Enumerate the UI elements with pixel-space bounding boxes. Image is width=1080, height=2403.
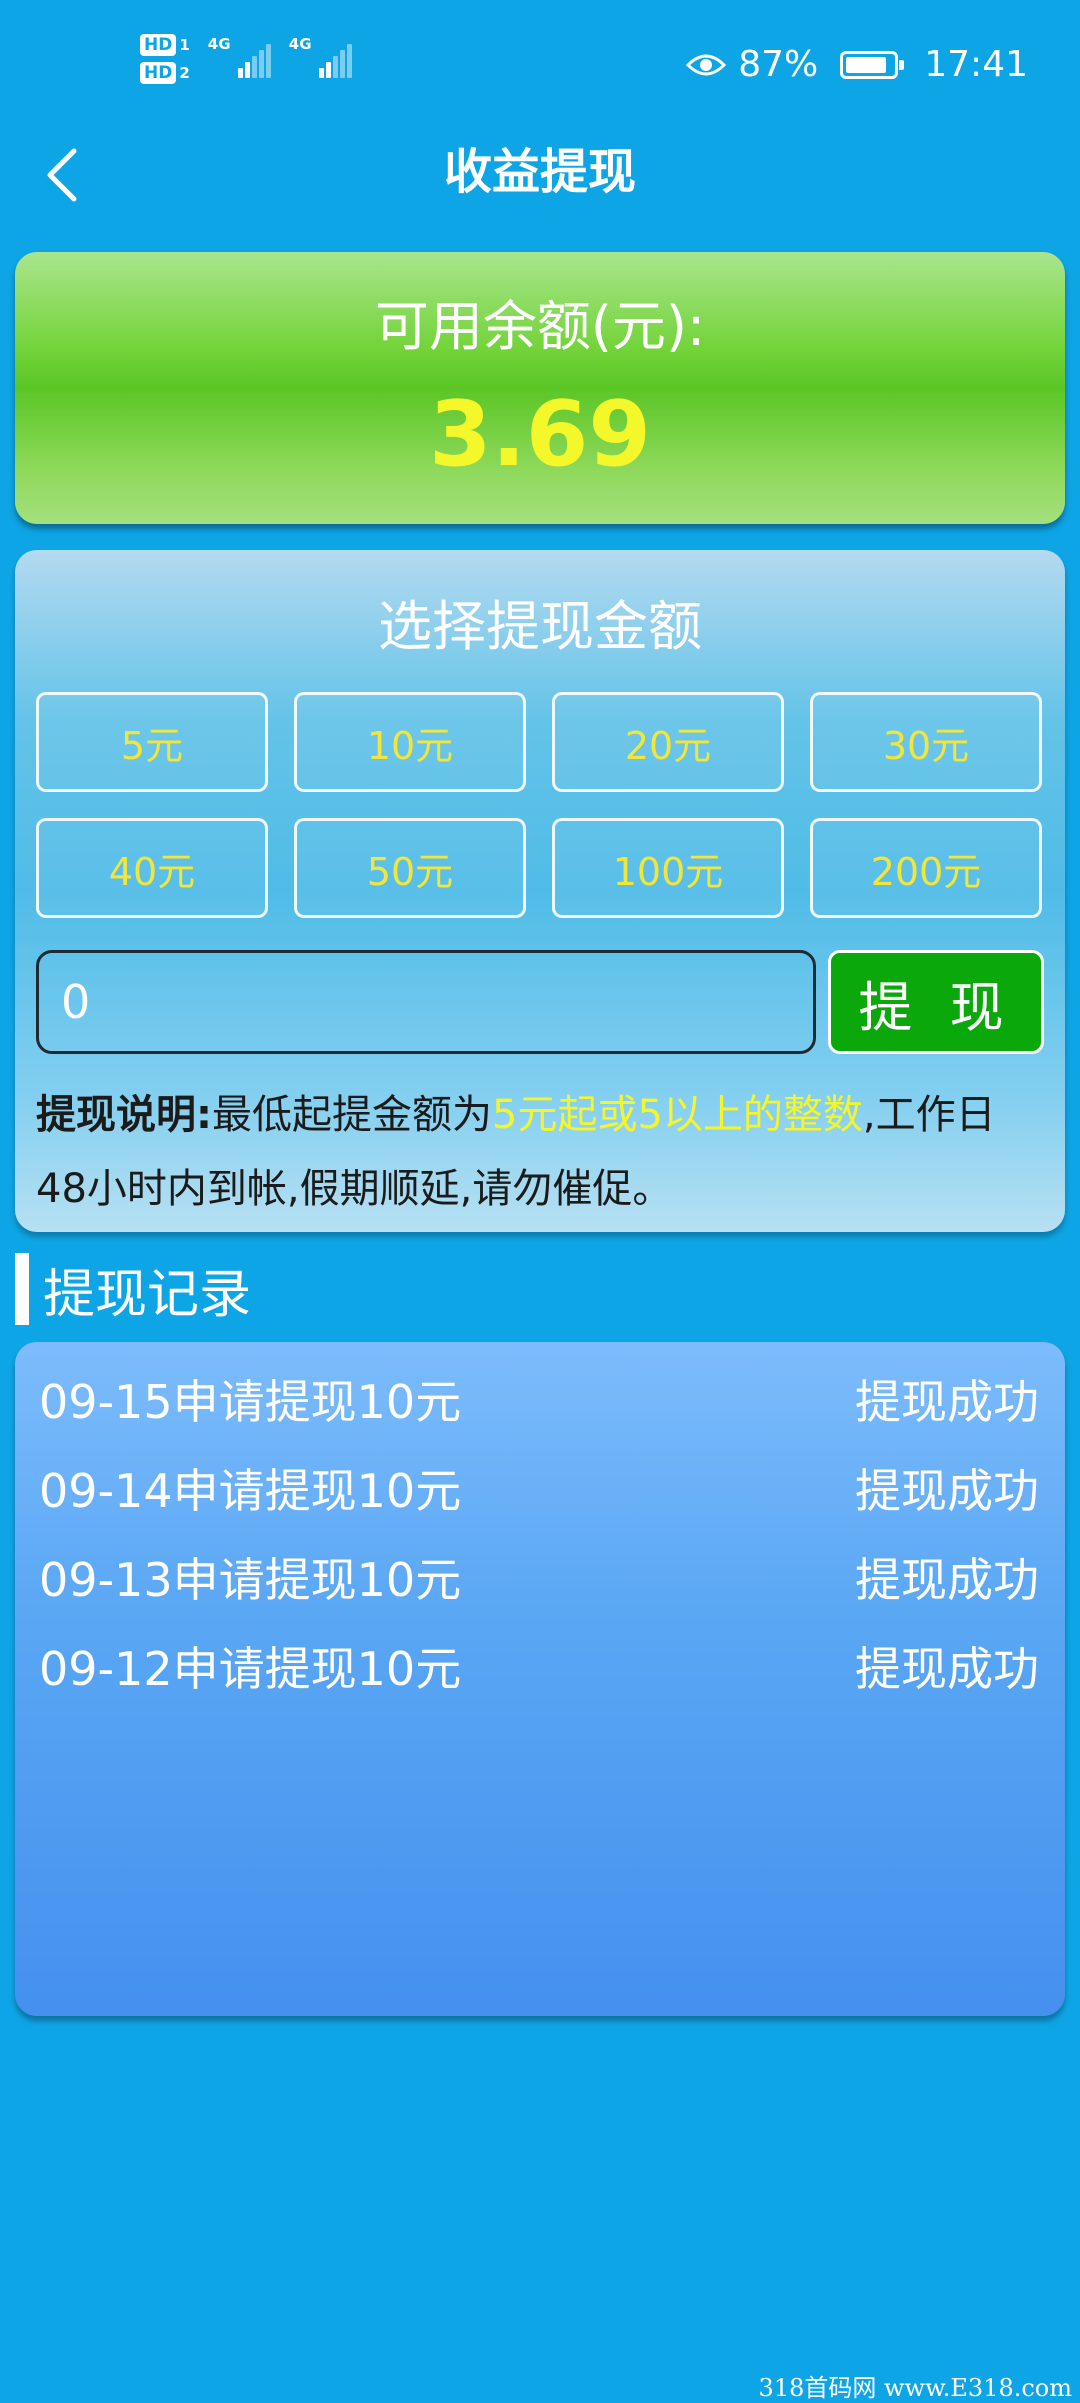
record-row: 09-13申请提现10元 提现成功	[39, 1540, 1039, 1620]
sim-indicators: HD 1 HD 2	[140, 34, 190, 84]
amount-option-50[interactable]: 50元	[294, 818, 526, 918]
sim1-number: 1	[179, 36, 190, 54]
network-type-2: 4G	[288, 35, 312, 53]
battery-fill	[846, 56, 887, 73]
balance-card: 可用余额(元): 3.69	[15, 252, 1065, 524]
status-right: 87% 17:41	[686, 44, 1028, 85]
record-status: 提现成功	[855, 1375, 1039, 1429]
sim2-badge: HD 2	[140, 62, 190, 84]
record-text: 09-14申请提现10元	[39, 1464, 462, 1518]
records-title: 提现记录	[43, 1264, 252, 1325]
balance-label: 可用余额(元):	[374, 295, 706, 358]
hd-icon: HD	[140, 62, 177, 84]
note-label: 提现说明:	[36, 1092, 212, 1138]
hd-icon: HD	[140, 34, 177, 56]
battery-percent: 87%	[738, 44, 819, 85]
status-time: 17:41	[924, 44, 1028, 85]
status-bar: HD 1 HD 2 4G 4G 87% 17:41	[0, 0, 1080, 130]
amount-option-20[interactable]: 20元	[552, 692, 784, 792]
records-marker	[15, 1253, 29, 1325]
battery-icon	[840, 50, 905, 79]
amount-input[interactable]: 0	[36, 950, 816, 1054]
amount-option-30[interactable]: 30元	[810, 692, 1042, 792]
page-title: 收益提现	[443, 144, 636, 200]
withdraw-button[interactable]: 提 现	[828, 950, 1044, 1054]
note-prefix: 最低起提金额为	[212, 1092, 492, 1138]
record-text: 09-13申请提现10元	[39, 1553, 462, 1607]
record-row: 09-12申请提现10元 提现成功	[39, 1629, 1039, 1709]
watermark: 318首码网 www.E318.com	[758, 2374, 1072, 2402]
amount-panel: 选择提现金额 5元 10元 20元 30元 40元 50元 100元 200元 …	[15, 550, 1065, 1232]
sim1-badge: HD 1	[140, 34, 190, 56]
balance-value: 3.69	[428, 382, 652, 487]
amount-input-value: 0	[61, 975, 91, 1029]
record-status: 提现成功	[855, 1553, 1039, 1607]
records-panel: 09-15申请提现10元 提现成功 09-14申请提现10元 提现成功 09-1…	[15, 1342, 1065, 2016]
sim2-number: 2	[179, 64, 190, 82]
records-header: 提现记录	[15, 1252, 251, 1326]
eye-icon	[686, 54, 727, 75]
record-row: 09-15申请提现10元 提现成功	[39, 1362, 1039, 1442]
amount-option-5[interactable]: 5元	[36, 692, 268, 792]
amount-option-10[interactable]: 10元	[294, 692, 526, 792]
record-text: 09-15申请提现10元	[39, 1375, 462, 1429]
amount-panel-title: 选择提现金额	[378, 595, 702, 658]
status-left: HD 1 HD 2 4G 4G	[140, 34, 352, 84]
record-text: 09-12申请提现10元	[39, 1642, 462, 1696]
amount-option-40[interactable]: 40元	[36, 818, 268, 918]
withdraw-note: 提现说明:最低起提金额为5元起或5以上的整数,工作日48小时内到帐,假期顺延,请…	[36, 1078, 1046, 1226]
amount-option-100[interactable]: 100元	[552, 818, 784, 918]
note-highlight: 5元起或5以上的整数	[492, 1092, 863, 1138]
record-row: 09-14申请提现10元 提现成功	[39, 1451, 1039, 1531]
record-status: 提现成功	[855, 1642, 1039, 1696]
signal-icon-2: 4G	[289, 34, 352, 78]
record-status: 提现成功	[855, 1464, 1039, 1518]
signal-icon: 4G	[208, 34, 271, 78]
network-type-1: 4G	[207, 35, 231, 53]
amount-option-200[interactable]: 200元	[810, 818, 1042, 918]
